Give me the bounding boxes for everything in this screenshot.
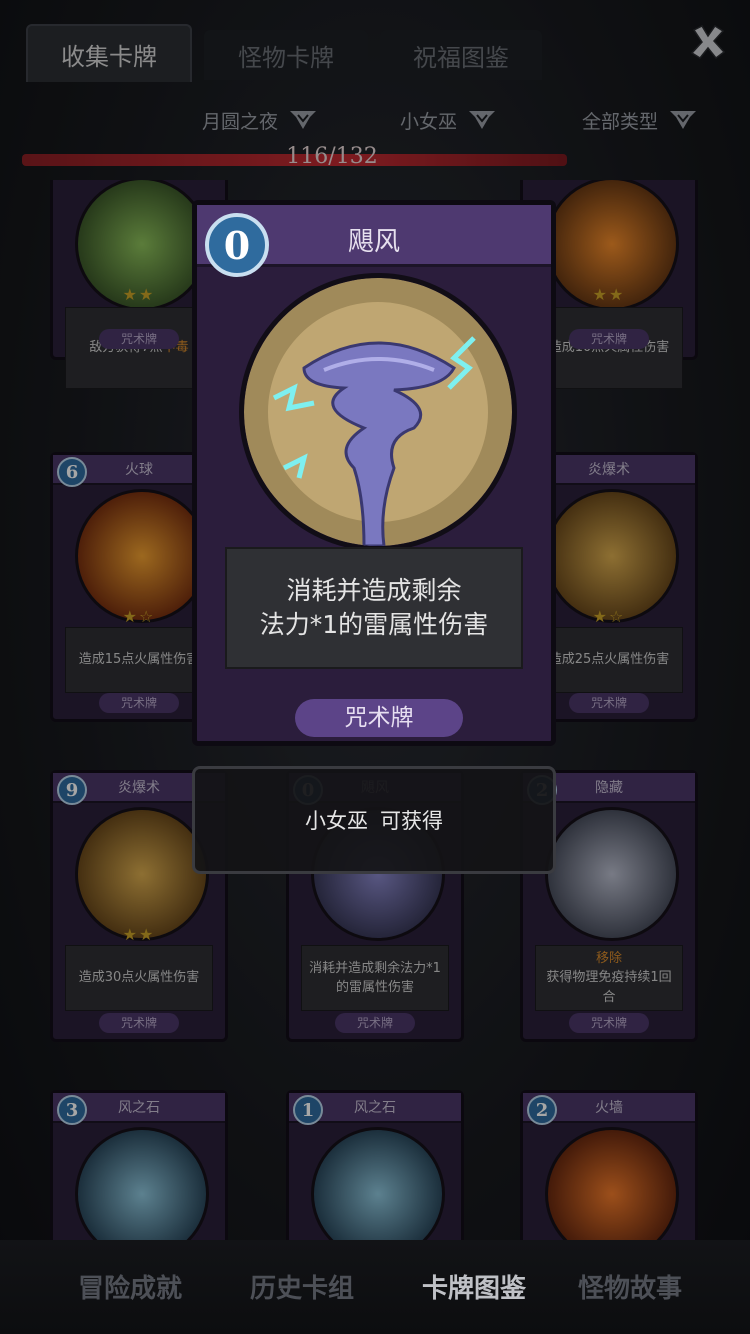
card-stars: ★★ [122,925,156,944]
card-art [545,489,679,623]
popup-text: 可获得 [380,809,443,833]
nav-monster-stories[interactable]: 怪物故事 [578,1268,682,1305]
close-icon[interactable] [688,22,728,62]
bottom-nav: 冒险成就 历史卡组 卡牌图鉴 怪物故事 [0,1240,750,1334]
nav-adventure-achievements[interactable]: 冒险成就 [78,1268,182,1305]
card-art [75,489,209,623]
modal-card-cost: 0 [205,213,269,277]
card-cost: 6 [57,457,87,487]
stage-filter-label: 月圆之夜 [202,110,279,133]
card-description: 造成30点火属性伤害 [65,945,213,1011]
tab-blessings[interactable]: 祝福图鉴 [380,30,542,80]
card-description: 移除 获得物理免疫持续1回合 [535,945,683,1011]
card-cost: 9 [57,775,87,805]
tab-monster-cards[interactable]: 怪物卡牌 [204,30,368,80]
card-cost: 2 [527,1095,557,1125]
type-filter[interactable]: 全部类型 [582,102,698,138]
nav-card-gallery[interactable]: 卡牌图鉴 [422,1268,526,1305]
card-type: 咒术牌 [99,329,179,349]
tab-collect-cards[interactable]: 收集卡牌 [26,24,192,82]
card-art [311,1127,445,1240]
modal-card-description: 消耗并造成剩余 法力*1的雷属性伤害 [225,547,523,669]
modal-card-type: 咒术牌 [295,699,463,737]
card-art [75,1127,209,1240]
card-type: 咒术牌 [99,1013,179,1033]
chevron-down-icon [290,111,317,129]
chevron-down-icon [670,111,697,129]
card-type: 咒术牌 [569,693,649,713]
collection-progress: 116/132 [22,144,642,170]
tornado-art [239,273,517,551]
progress-text: 116/132 [286,144,378,169]
card-type: 咒术牌 [99,693,179,713]
card-type: 咒术牌 [569,1013,649,1033]
tab-bar: 收集卡牌 怪物卡牌 祝福图鉴 [0,0,750,90]
card-description: 造成15点火属性伤害 [65,627,213,693]
popup-character: 小女巫 [305,809,368,833]
card[interactable]: 火墙 2 [520,1090,698,1240]
type-filter-label: 全部类型 [582,110,659,133]
stage-filter[interactable]: 月圆之夜 [202,102,318,138]
card-description: 消耗并造成剩余法力*1的雷属性伤害 [301,945,449,1011]
card[interactable]: 风之石 3 [50,1090,228,1240]
character-filter[interactable]: 小女巫 [400,102,497,138]
card-type: 咒术牌 [569,329,649,349]
card-detail-modal[interactable]: 飓风 0 消耗并造成剩余 法力*1的雷属性伤害 咒术牌 [192,200,556,746]
nav-history-deck[interactable]: 历史卡组 [250,1268,354,1305]
card-art [75,807,209,941]
character-filter-label: 小女巫 [400,110,458,133]
card-art [545,807,679,941]
obtain-info-popup: 小女巫 可获得 [192,766,556,874]
card-art [545,1127,679,1240]
chevron-down-icon [469,111,496,129]
card-cost: 1 [293,1095,323,1125]
card[interactable]: 风之石 1 [286,1090,464,1240]
card-description: 造成25点火属性伤害 [535,627,683,693]
card-cost: 3 [57,1095,87,1125]
card-type: 咒术牌 [335,1013,415,1033]
